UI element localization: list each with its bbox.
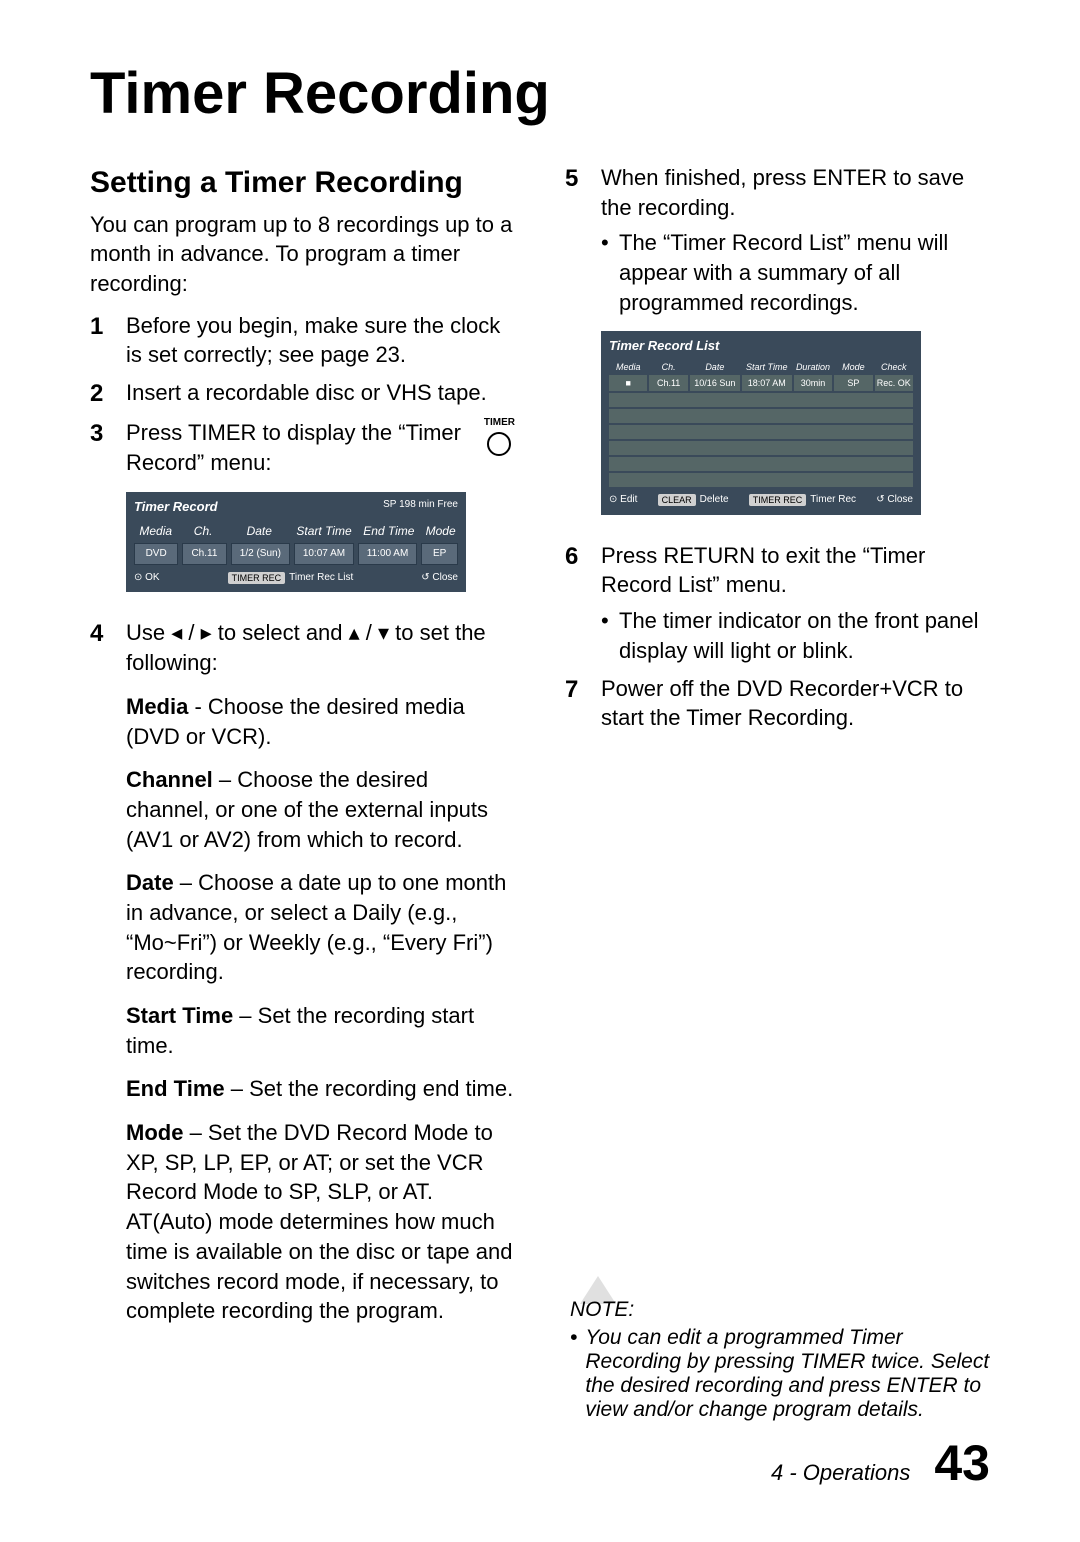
osd-cell: 10:07 AM [294,543,354,565]
osd-ok: ⊙ OK [134,571,160,585]
desc-mode: – Set the DVD Record Mode to XP, SP, LP,… [126,1120,512,1323]
osd2-col: Start Time [742,359,792,375]
step6-sub: The timer indicator on the front panel d… [619,606,990,665]
osd2-col: Ch. [649,359,687,375]
label-end: End Time [126,1076,225,1101]
osd2-col: Date [690,359,740,375]
intro-text: You can program up to 8 recordings up to… [90,210,515,299]
page-footer: 4 - Operations 43 [771,1434,990,1492]
step-text: Before you begin, make sure the clock is… [126,311,515,370]
osd2-del: Delete [700,493,729,507]
osd-col: Mode [423,523,458,539]
osd-col: Date [229,523,290,539]
osd2-rec: Timer Rec [810,493,856,507]
osd2-col: Mode [834,359,872,375]
timer-record-osd: Timer Record SP 198 min Free Media Ch. D… [126,492,466,593]
osd-col: Media [134,523,177,539]
label-mode: Mode [126,1120,183,1145]
osd-title: Timer Record [134,498,218,516]
page-number: 43 [934,1434,990,1492]
step-number: 6 [565,541,587,666]
osd2-blank-row [609,425,913,439]
osd-btn: TIMER REC [228,572,286,584]
label-start: Start Time [126,1003,233,1028]
bullet-icon: • [570,1326,577,1422]
step5-sub: The “Timer Record List” menu will appear… [619,228,990,317]
step-number: 4 [90,618,112,1325]
osd2-cell: 18:07 AM [742,375,792,391]
step6-text: Press RETURN to exit the “Timer Record L… [601,543,925,598]
osd2-cell: 30min [794,375,832,391]
note-block: NOTE: • You can edit a programmed Timer … [570,1276,990,1422]
label-channel: Channel [126,767,213,792]
note-label: NOTE: [570,1298,990,1322]
step-text: Press RETURN to exit the “Timer Record L… [601,541,990,666]
left-column: Setting a Timer Recording You can progra… [90,163,515,1334]
osd2-title: Timer Record List [609,337,913,355]
step-text: When finished, press ENTER to save the r… [601,163,990,533]
timer-record-list-osd: Timer Record List Media Ch. Date Start T… [601,331,921,514]
osd-cell: EP [421,543,458,565]
desc-date: – Choose a date up to one month in advan… [126,870,506,984]
osd-col: End Time [358,523,419,539]
osd-cell: 11:00 AM [358,543,418,565]
osd-close: ↺ Close [421,571,458,585]
step-text: Power off the DVD Recorder+VCR to start … [601,674,990,733]
timer-icon-label: TIMER [484,417,515,428]
step-number: 5 [565,163,587,533]
desc-end: – Set the recording end time. [225,1076,514,1101]
step-text: Use ◂ / ▸ to select and ▴ / ▾ to set the… [126,618,515,1325]
osd2-cell: ■ [609,375,647,391]
step3-text: Press TIMER to display the “Timer Record… [126,420,461,475]
step-number: 7 [565,674,587,733]
osd2-cell: Rec. OK [875,375,913,391]
osd2-cell: 10/16 Sun [690,375,740,391]
step-text: Insert a recordable disc or VHS tape. [126,378,515,410]
footer-section: 4 - Operations [771,1460,910,1486]
step-number: 2 [90,378,112,410]
osd-col: Ch. [181,523,224,539]
page-title: Timer Recording [90,60,990,127]
osd2-blank-row [609,441,913,455]
osd-mid: Timer Rec List [289,571,353,585]
bullet-icon: • [601,228,611,317]
bullet-icon: • [601,606,611,665]
osd2-blank-row [609,473,913,487]
osd-col: Start Time [294,523,355,539]
step4-lead: Use ◂ / ▸ to select and ▴ / ▾ to set the… [126,620,486,675]
osd-cell: DVD [134,543,178,565]
step-text: TIMER Press TIMER to display the “Timer … [126,418,515,610]
label-date: Date [126,870,174,895]
osd2-close: ↺ Close [876,493,913,507]
osd2-edit: ⊙ Edit [609,493,637,507]
circle-icon [487,432,511,456]
step-number: 1 [90,311,112,370]
step5-text: When finished, press ENTER to save the r… [601,165,964,220]
osd-cell: Ch.11 [182,543,226,565]
osd2-col: Media [609,359,647,375]
osd2-blank-row [609,457,913,471]
osd2-blank-row [609,409,913,423]
right-column: 5 When finished, press ENTER to save the… [565,163,990,1334]
note-text: You can edit a programmed Timer Recordin… [585,1326,990,1422]
osd-free: SP 198 min Free [383,498,458,520]
osd2-blank-row [609,393,913,407]
timer-icon: TIMER [484,416,515,456]
osd2-col: Check [875,359,913,375]
osd2-btn: CLEAR [658,494,696,506]
label-media: Media [126,694,188,719]
step-number: 3 [90,418,112,610]
osd2-cell: Ch.11 [649,375,687,391]
osd2-btn: TIMER REC [749,494,807,506]
section-heading: Setting a Timer Recording [90,163,515,204]
osd2-col: Duration [794,359,832,375]
osd2-cell: SP [834,375,872,391]
osd-cell: 1/2 (Sun) [231,543,291,565]
